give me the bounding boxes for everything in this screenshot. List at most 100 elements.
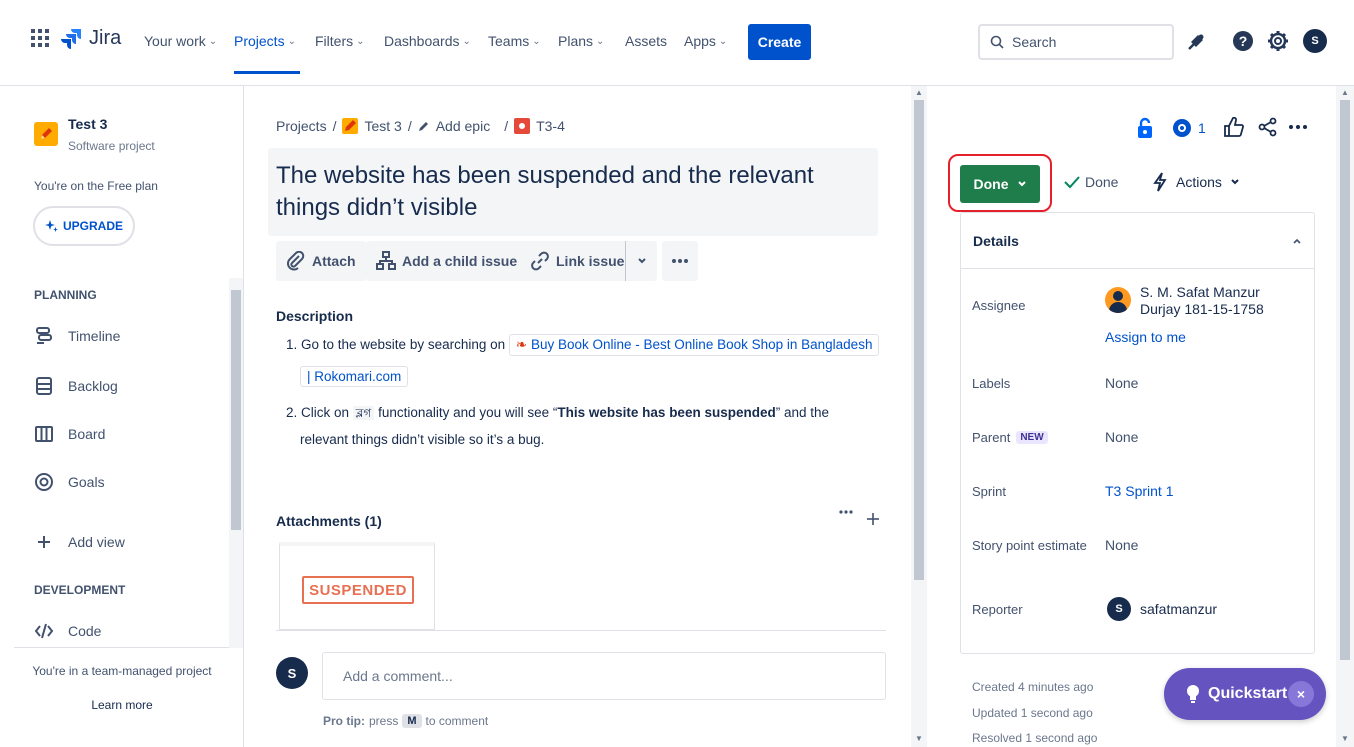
rokomari-smart-link-cont[interactable]: | Rokomari.com [300, 366, 409, 387]
breadcrumb-add-epic[interactable]: Add epic [436, 118, 490, 134]
attachments-more-icon[interactable] [838, 509, 854, 515]
reporter-value[interactable]: safatmanzur [1140, 601, 1217, 617]
bug-icon [514, 118, 531, 134]
sidebar-item-label: Board [68, 426, 106, 442]
description-step-1[interactable]: 1. Go to the website by searching on ❧ B… [286, 334, 880, 356]
app-switcher-icon[interactable] [31, 29, 49, 47]
add-child-issue-label: Add a child issue [402, 253, 518, 269]
pencil-icon [41, 128, 52, 139]
resolution-status: Done [1064, 174, 1118, 190]
nav-projects[interactable]: Projects ⌄ [234, 33, 296, 49]
status-dropdown-button[interactable]: Done [960, 165, 1040, 203]
chevron-down-icon: ⌄ [356, 35, 365, 47]
nav-apps[interactable]: Apps ⌄ [684, 33, 727, 49]
add-child-issue-button[interactable]: Add a child issue [366, 241, 528, 281]
parent-value[interactable]: None [1105, 429, 1138, 445]
quickstart-close-button[interactable]: × [1288, 681, 1314, 707]
upgrade-button[interactable]: UPGRADE [33, 206, 135, 246]
settings-gear-icon[interactable] [1267, 30, 1289, 52]
actions-button[interactable]: Actions [1152, 172, 1240, 192]
add-attachment-icon[interactable] [866, 512, 880, 526]
nav-your-work[interactable]: Your work ⌄ [144, 33, 217, 49]
chevron-down-icon [1017, 181, 1026, 187]
nav-label: Your work [144, 33, 206, 49]
attachment-thumbnail[interactable]: SUSPENDED [279, 542, 435, 630]
scroll-thumb[interactable] [1340, 100, 1350, 660]
scroll-down-arrow-icon[interactable]: ▼ [915, 734, 923, 743]
learn-more-link[interactable]: Learn more [0, 698, 244, 712]
rokomari-smart-link[interactable]: ❧ Buy Book Online - Best Online Book Sho… [508, 334, 880, 356]
right-panel-scrollbar[interactable]: ▲ ▼ [1336, 86, 1354, 747]
add-view-button[interactable]: Add view [34, 532, 125, 552]
assignee-name-line-1[interactable]: S. M. Safat Manzur [1140, 284, 1260, 300]
sidebar-item-goals[interactable]: Goals [34, 472, 105, 492]
quickstart-button[interactable]: Quickstart × [1164, 668, 1326, 720]
link-issue-button[interactable]: Link issue [520, 241, 635, 281]
breadcrumb-projects[interactable]: Projects [276, 118, 327, 134]
description-step-1-cont[interactable]: | Rokomari.com [300, 366, 409, 387]
labels-value[interactable]: None [1105, 375, 1138, 391]
pro-tip-suffix: to comment [425, 714, 489, 728]
nav-dashboards[interactable]: Dashboards ⌄ [384, 33, 471, 49]
nav-assets[interactable]: Assets [625, 33, 667, 49]
breadcrumb-issue-key[interactable]: T3-4 [536, 118, 565, 134]
code-icon [34, 623, 54, 639]
sidebar-item-backlog[interactable]: Backlog [34, 376, 118, 396]
main-scrollbar[interactable]: ▲ ▼ [911, 86, 927, 747]
scroll-up-arrow-icon[interactable]: ▲ [915, 88, 923, 97]
hierarchy-icon [376, 251, 396, 270]
resolution-label: Done [1085, 174, 1119, 190]
nav-filters[interactable]: Filters ⌄ [315, 33, 365, 49]
step-2-suffix: ” and the [775, 405, 830, 420]
timeline-icon [36, 327, 52, 344]
pencil-icon [345, 120, 357, 131]
breadcrumb-project[interactable]: Test 3 [364, 118, 401, 134]
share-icon[interactable] [1258, 117, 1278, 137]
sprint-value[interactable]: T3 Sprint 1 [1105, 483, 1173, 499]
assign-to-me-link[interactable]: Assign to me [1105, 329, 1186, 345]
user-avatar[interactable]: S [1303, 29, 1327, 53]
attach-button[interactable]: Attach [276, 241, 366, 281]
notifications-icon[interactable] [1187, 31, 1207, 51]
scroll-thumb[interactable] [231, 290, 241, 530]
suspended-thumb-text: SUSPENDED [302, 576, 414, 604]
comment-input[interactable]: Add a comment... [322, 652, 886, 700]
help-icon[interactable]: ? [1232, 30, 1254, 52]
sidebar-scrollbar[interactable] [229, 278, 243, 648]
assignee-label: Assignee [972, 298, 1026, 313]
chevron-down-icon: ⌄ [718, 35, 728, 47]
sidebar-divider [14, 647, 230, 648]
sidebar-item-timeline[interactable]: Timeline [34, 326, 120, 346]
nav-plans[interactable]: Plans ⌄ [558, 33, 604, 49]
nav-label: Assets [625, 33, 668, 49]
jira-logo[interactable]: Jira [61, 27, 121, 50]
sidebar-item-code[interactable]: Code [34, 621, 101, 641]
assignee-avatar [1105, 287, 1131, 313]
story-point-value[interactable]: None [1105, 537, 1138, 553]
create-button[interactable]: Create [748, 24, 811, 60]
details-header[interactable]: Details [961, 213, 1314, 269]
more-actions-button[interactable] [662, 241, 698, 281]
search-input[interactable]: Search [978, 24, 1174, 60]
project-name[interactable]: Test 3 [68, 116, 107, 132]
chevron-up-icon [1293, 238, 1301, 244]
more-options-icon[interactable] [1288, 124, 1308, 130]
project-avatar-small [342, 118, 359, 134]
scroll-up-arrow-icon[interactable]: ▲ [1341, 88, 1349, 97]
description-step-2: 2. Click on ব্লগ functionality and you w… [286, 405, 829, 425]
chevron-down-icon [637, 258, 646, 264]
nav-teams[interactable]: Teams ⌄ [488, 33, 541, 49]
link-issue-label: Link issue [556, 253, 625, 269]
scroll-down-arrow-icon[interactable]: ▼ [1341, 734, 1349, 743]
sidebar-item-label: Goals [68, 474, 105, 490]
chevron-down-icon: ⌄ [596, 35, 605, 47]
watch-button[interactable]: 1 [1172, 118, 1206, 138]
like-thumbs-up-icon[interactable] [1223, 117, 1245, 137]
assignee-name-line-2[interactable]: Durjay 181-15-1758 [1140, 301, 1264, 317]
link-issue-dropdown[interactable] [625, 241, 657, 281]
restriction-lock-icon[interactable] [1137, 117, 1153, 139]
watch-count: 1 [1198, 120, 1206, 136]
issue-title[interactable]: The website has been suspended and the r… [268, 148, 878, 236]
scroll-thumb[interactable] [914, 100, 924, 580]
sidebar-item-board[interactable]: Board [34, 424, 105, 444]
